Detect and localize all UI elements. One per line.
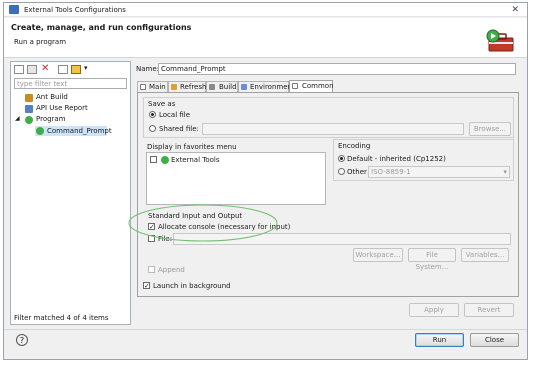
build-icon [209, 84, 215, 90]
expand-toggle-icon[interactable]: ◢ [15, 115, 20, 122]
tab-build[interactable]: Build [206, 81, 238, 92]
help-icon[interactable]: ? [16, 334, 28, 346]
title-bar: External Tools Configurations ✕ [4, 3, 527, 17]
program-icon [25, 116, 33, 124]
common-tab-content: Save as Local file Shared file: Browse..… [128, 92, 519, 297]
workspace-button[interactable]: Workspace... [353, 248, 403, 262]
delete-config-icon[interactable]: ✕ [41, 63, 49, 74]
program-launch-icon [36, 127, 44, 135]
external-tools-dialog: External Tools Configurations ✕ Create, … [3, 2, 528, 360]
tree-item-command-prompt[interactable]: Command_Prompt [35, 126, 112, 136]
favorites-title: Display in favorites menu [147, 143, 237, 151]
filter-placeholder: type filter text [17, 80, 68, 88]
name-label: Name: [136, 65, 160, 73]
name-field[interactable]: Command_Prompt [158, 63, 516, 75]
local-file-label: Local file [159, 111, 191, 119]
tree-item-label: Command_Prompt [47, 127, 112, 135]
append-label: Append [158, 266, 185, 274]
favorites-item-label: External Tools [171, 156, 220, 164]
favorites-list: External Tools [146, 152, 326, 205]
header-subtitle: Run a program [14, 38, 67, 46]
tree-item-label: Program [36, 115, 66, 123]
save-as-group: Save as Local file Shared file: Browse..… [143, 97, 514, 138]
tab-refresh[interactable]: Refresh [168, 81, 206, 92]
close-button[interactable]: Close [470, 333, 519, 347]
tree-item-label: Ant Build [36, 93, 68, 101]
launch-background-checkbox[interactable]: ✓ [143, 282, 150, 290]
left-toolbar: ✕ ▾ [14, 63, 104, 75]
other-encoding-value: ISO-8859-1 [371, 168, 411, 176]
run-button[interactable]: Run [415, 333, 464, 347]
configuration-tree: Ant Build API Use Report ◢ Program Comma… [13, 93, 129, 163]
encoding-group: Encoding Default - inherited (Cp1252) Ot… [333, 139, 514, 181]
tab-main[interactable]: Main [137, 81, 168, 92]
other-encoding-radio[interactable] [338, 168, 345, 175]
file-system-button[interactable]: File System... [408, 248, 456, 271]
tab-common[interactable]: Common [289, 80, 334, 92]
name-value: Command_Prompt [161, 65, 226, 73]
shared-file-radio[interactable] [149, 125, 156, 132]
filter-input[interactable]: type filter text [14, 78, 127, 89]
tab-label: Refresh [180, 83, 207, 91]
local-file-radio[interactable] [149, 111, 156, 118]
other-encoding-label: Other [347, 168, 367, 176]
dialog-header: Create, manage, and run configurations R… [4, 18, 527, 58]
refresh-icon [171, 84, 177, 90]
ant-icon [25, 94, 33, 102]
tab-label: Build [219, 83, 237, 91]
append-checkbox[interactable] [148, 266, 155, 273]
save-as-title: Save as [148, 100, 176, 108]
filter-menu-chevron-icon[interactable]: ▾ [84, 64, 88, 72]
filter-icon[interactable] [71, 65, 81, 74]
external-tools-icon [161, 156, 169, 164]
new-config-icon[interactable] [14, 65, 24, 74]
main-tab-icon [140, 84, 146, 90]
encoding-title: Encoding [338, 142, 371, 150]
common-icon [292, 83, 298, 89]
report-icon [25, 105, 33, 113]
filter-status: Filter matched 4 of 4 items [14, 314, 109, 322]
apply-button[interactable]: Apply [409, 303, 459, 317]
header-title: Create, manage, and run configurations [11, 23, 192, 32]
revert-button[interactable]: Revert [464, 303, 514, 317]
launch-background-label: Launch in background [153, 282, 231, 290]
tab-label: Common [302, 82, 334, 90]
shared-file-label: Shared file: [159, 125, 199, 133]
variables-button[interactable]: Variables... [461, 248, 509, 262]
highlight-ellipse [128, 204, 278, 242]
tree-item-label: API Use Report [36, 104, 88, 112]
tab-label: Main [149, 83, 166, 91]
duplicate-config-icon[interactable] [27, 65, 37, 74]
default-encoding-radio[interactable] [338, 155, 345, 162]
favorites-external-tools-checkbox[interactable] [150, 156, 157, 163]
collapse-all-icon[interactable] [58, 65, 68, 74]
window-title: External Tools Configurations [24, 6, 126, 14]
tab-label: Environment [250, 83, 295, 91]
shared-file-path[interactable] [202, 123, 464, 135]
default-encoding-label: Default - inherited (Cp1252) [347, 155, 446, 163]
close-window-icon[interactable]: ✕ [511, 5, 519, 15]
other-encoding-select[interactable]: ISO-8859-1 ▾ [368, 166, 510, 178]
chevron-down-icon: ▾ [503, 168, 507, 176]
configuration-list-panel: ✕ ▾ type filter text Ant Build API Use R… [10, 61, 131, 325]
footer-separator [4, 329, 527, 330]
app-icon [9, 5, 19, 14]
browse-button[interactable]: Browse... [469, 122, 511, 136]
tab-environment[interactable]: Environment [238, 81, 295, 92]
toolbox-banner-icon [485, 28, 517, 54]
environment-icon [241, 84, 247, 90]
